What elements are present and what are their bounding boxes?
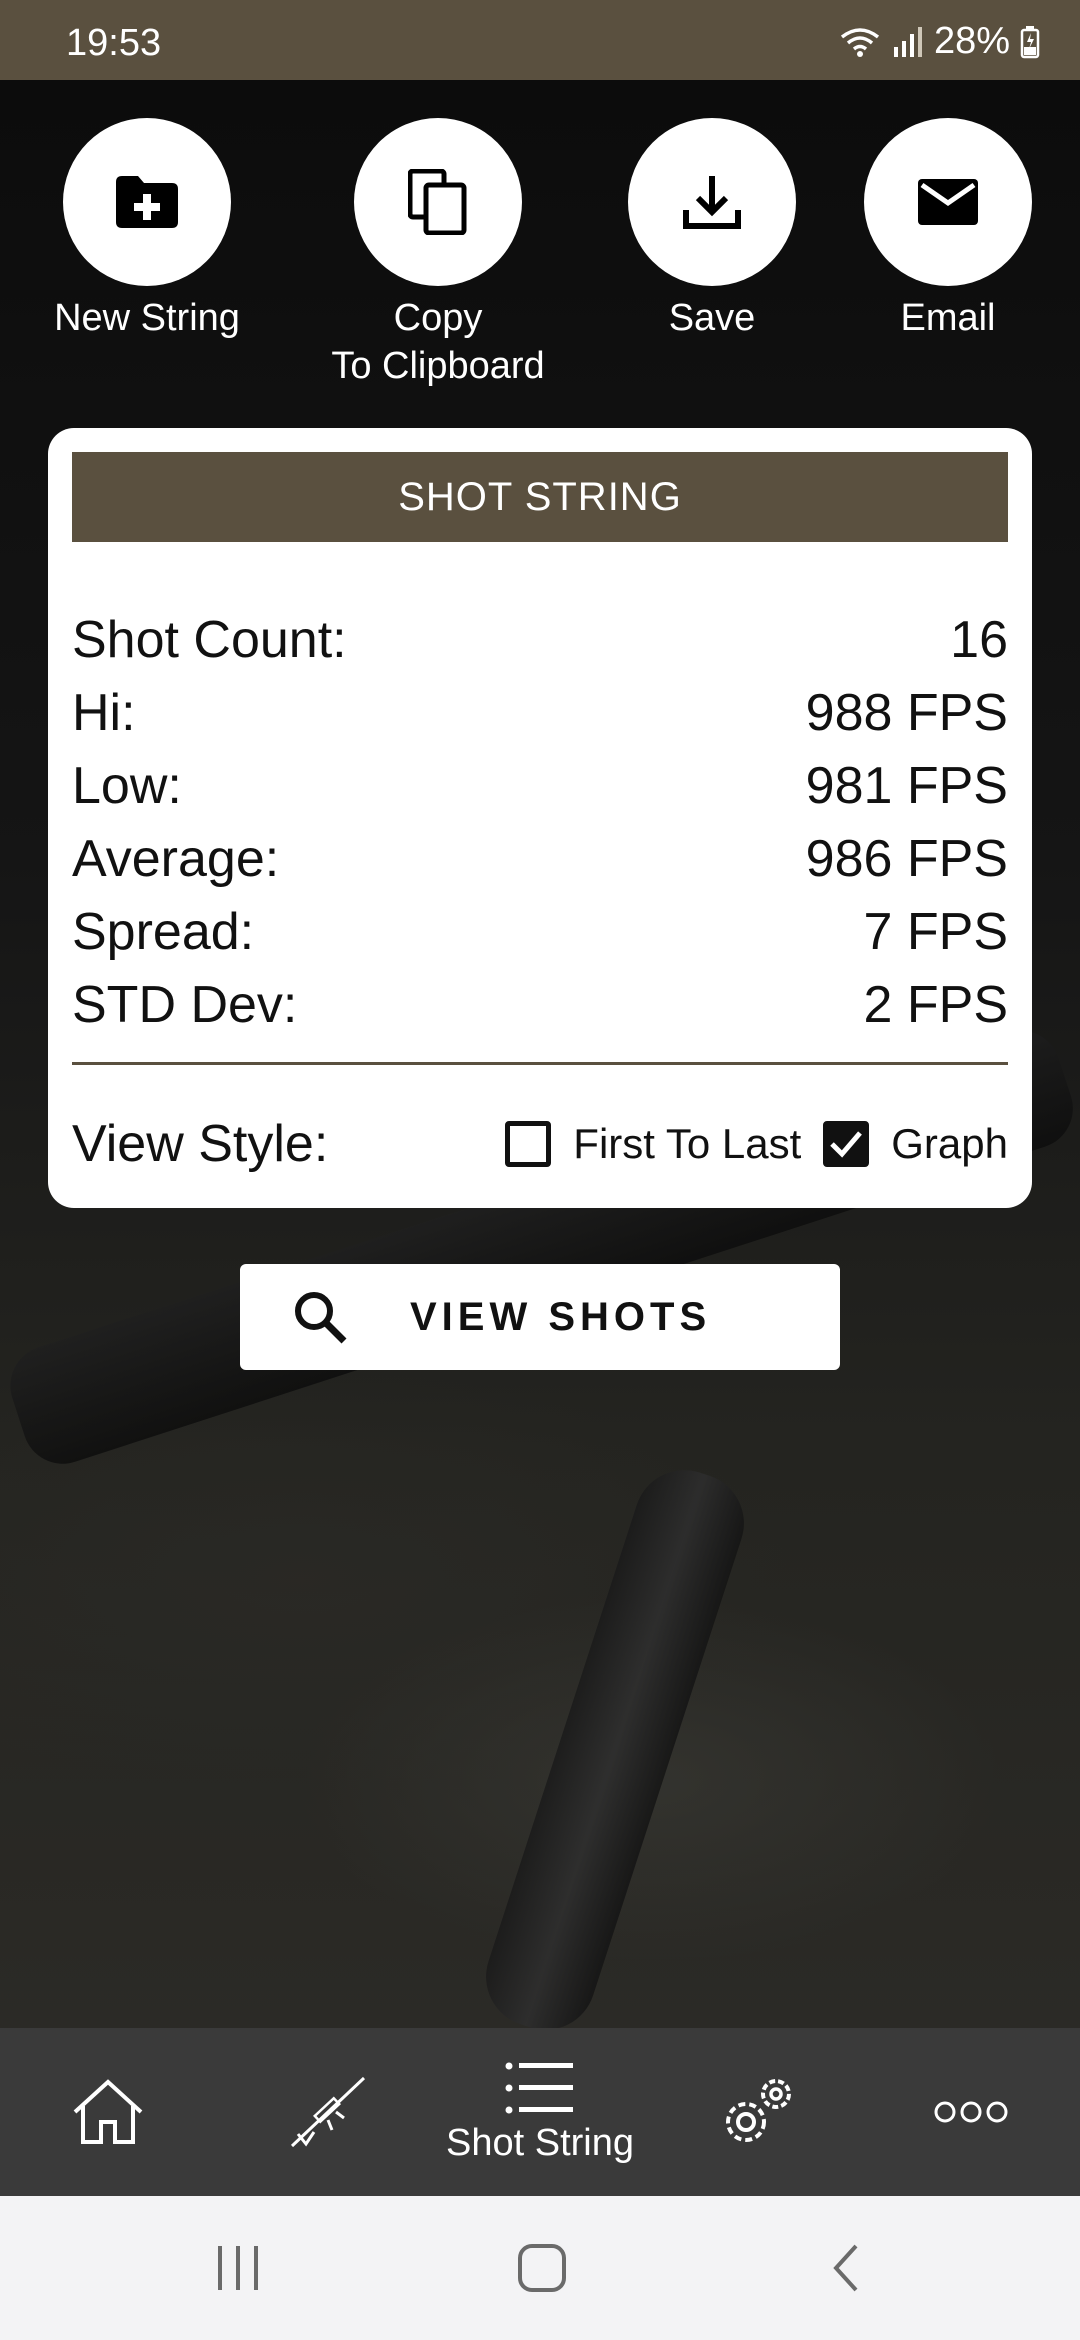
copy-icon bbox=[408, 169, 467, 235]
first-to-last-label[interactable]: First To Last bbox=[573, 1120, 801, 1168]
view-shots-label: VIEW SHOTS bbox=[410, 1294, 712, 1339]
back-chevron-icon bbox=[833, 2244, 858, 2292]
stat-label: STD Dev: bbox=[72, 976, 298, 1034]
recent-apps-button[interactable] bbox=[214, 2240, 264, 2301]
home-square-icon bbox=[518, 2244, 566, 2292]
first-to-last-checkbox[interactable] bbox=[505, 1121, 552, 1167]
stat-label: Low: bbox=[72, 757, 182, 815]
status-bar: 19:53 28% bbox=[0, 0, 1080, 80]
stat-row-hi: Hi: 988 FPS bbox=[72, 677, 1008, 749]
nav-item-more[interactable] bbox=[930, 2028, 1012, 2196]
back-button[interactable] bbox=[826, 2240, 866, 2301]
copy-circle[interactable] bbox=[354, 118, 522, 286]
nav-item-rifle[interactable] bbox=[278, 2028, 378, 2196]
stat-value: 2 FPS bbox=[863, 976, 1009, 1034]
stat-row-shot-count: Shot Count: 16 bbox=[72, 604, 1008, 676]
stat-value: 986 FPS bbox=[805, 830, 1008, 888]
checkmark-icon bbox=[830, 1131, 863, 1158]
rifle-icon bbox=[290, 2076, 366, 2148]
shot-string-card: SHOT STRING Shot Count: 16 Hi: 988 FPS L… bbox=[48, 428, 1032, 1208]
stat-row-std-dev: STD Dev: 2 FPS bbox=[72, 969, 1008, 1041]
copy-to-clipboard-button[interactable]: Copy To Clipboard bbox=[318, 118, 558, 390]
wifi-icon bbox=[840, 27, 880, 57]
stat-row-low: Low: 981 FPS bbox=[72, 750, 1008, 822]
download-icon bbox=[683, 176, 741, 229]
card-title: SHOT STRING bbox=[72, 452, 1008, 542]
graph-label[interactable]: Graph bbox=[891, 1120, 1008, 1168]
stat-value: 981 FPS bbox=[805, 757, 1008, 815]
system-nav-bar bbox=[0, 2196, 1080, 2340]
mail-icon bbox=[918, 179, 978, 225]
email-circle[interactable] bbox=[864, 118, 1032, 286]
nav-item-settings[interactable] bbox=[714, 2028, 800, 2196]
email-button[interactable]: Email bbox=[848, 118, 1048, 342]
email-label: Email bbox=[900, 297, 996, 339]
battery-percent: 28% bbox=[933, 20, 1010, 62]
stat-row-spread: Spread: 7 FPS bbox=[72, 896, 1008, 968]
stat-value: 7 FPS bbox=[863, 903, 1009, 961]
save-circle[interactable] bbox=[628, 118, 796, 286]
home-system-button[interactable] bbox=[516, 2240, 568, 2301]
graph-checkbox[interactable] bbox=[823, 1121, 870, 1167]
stat-value: 988 FPS bbox=[805, 684, 1008, 742]
view-style-options: First To Last Graph bbox=[505, 1120, 1008, 1168]
save-button[interactable]: Save bbox=[612, 118, 812, 342]
nav-label-shot-string: Shot String bbox=[446, 2121, 634, 2164]
nav-item-home[interactable] bbox=[60, 2028, 156, 2196]
save-label: Save bbox=[668, 297, 756, 339]
home-icon bbox=[73, 2079, 143, 2144]
list-icon bbox=[505, 2062, 573, 2113]
nav-item-shot-string[interactable]: Shot String bbox=[430, 2028, 650, 2196]
new-string-label: New String bbox=[54, 297, 240, 339]
signal-icon bbox=[893, 26, 922, 57]
stat-value: 16 bbox=[950, 611, 1008, 669]
search-icon bbox=[295, 1292, 347, 1344]
copy-label: Copy To Clipboard bbox=[331, 297, 545, 387]
background-bipod-leg bbox=[473, 1457, 757, 2043]
stat-row-average: Average: 986 FPS bbox=[72, 823, 1008, 895]
app-screen: 19:53 28% New String Copy To Clipboard S… bbox=[0, 0, 1080, 2340]
new-string-button[interactable]: New String bbox=[46, 118, 248, 342]
stat-label: Spread: bbox=[72, 903, 255, 961]
view-style-row: View Style: First To Last Graph bbox=[72, 1104, 1008, 1184]
bottom-nav: Shot String bbox=[0, 2028, 1080, 2196]
view-shots-button[interactable]: VIEW SHOTS bbox=[240, 1264, 840, 1370]
recent-apps-icon bbox=[218, 2246, 258, 2290]
new-string-circle[interactable] bbox=[63, 118, 231, 286]
view-style-label: View Style: bbox=[72, 1115, 329, 1173]
stat-label: Shot Count: bbox=[72, 611, 347, 669]
battery-icon bbox=[1020, 25, 1040, 58]
gears-icon bbox=[726, 2079, 791, 2142]
stat-label: Average: bbox=[72, 830, 280, 888]
card-divider bbox=[72, 1062, 1008, 1065]
status-icons: 28% bbox=[838, 20, 1040, 63]
more-icon bbox=[934, 2101, 1008, 2123]
stat-label: Hi: bbox=[72, 684, 136, 742]
status-time: 19:53 bbox=[66, 22, 162, 64]
folder-plus-icon bbox=[116, 176, 178, 228]
